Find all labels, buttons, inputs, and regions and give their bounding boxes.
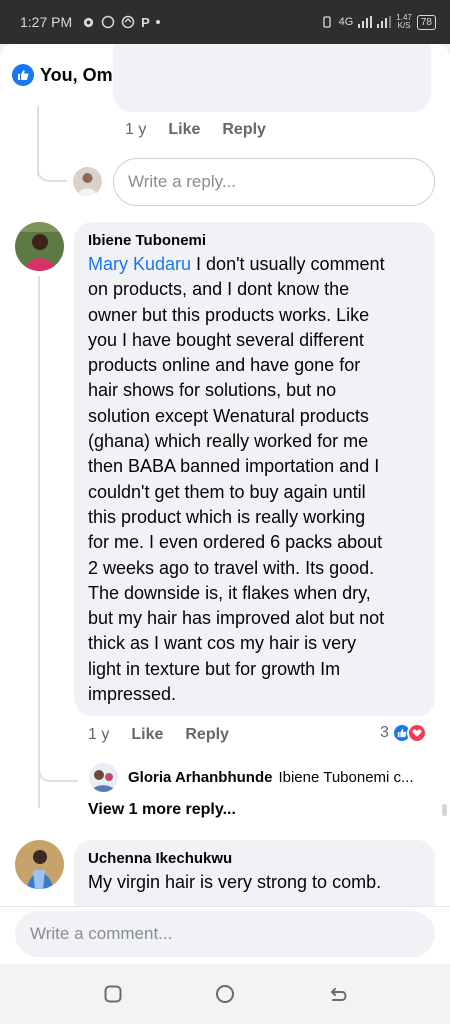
battery-indicator: 78 [416,14,436,30]
thread-line [38,276,40,808]
thread-connector [38,744,78,782]
previous-reply-bubble-tail [113,44,431,112]
status-time: 1:27 PM [20,14,73,30]
reply-author: Gloria Arhanbhunde [128,769,273,786]
reply-input[interactable]: Write a reply... [113,158,435,206]
view-more-replies-link[interactable]: View 1 more reply... [88,801,236,819]
previous-reply-actions: 1 y Like Reply [125,121,266,139]
back-icon[interactable] [328,984,348,1004]
comment-placeholder: Write a comment... [30,924,173,943]
my-avatar [73,167,102,196]
signal-icon [358,16,373,28]
reply-placeholder: Write a reply... [128,172,237,191]
status-bar: 1:27 PM P 4G 1.47 K/S 78 [0,0,450,44]
comments-sheet: You, Omoniyi Ayomide and 4k ot... 1 y Li… [0,44,450,906]
timestamp: 1 y [125,121,147,138]
thread-connector [37,144,67,182]
comment-author[interactable]: Ibiene Tubonemi [88,232,421,249]
reply-button[interactable]: Reply [185,726,229,744]
status-letter: P [141,14,150,30]
signal-icon [377,16,392,28]
vibrate-icon [322,16,331,28]
avatar [89,763,118,792]
reaction-count: 3 [380,724,389,741]
reply-preview-text: Ibiene Tubonemi c... [278,769,414,786]
avatar[interactable] [15,222,64,271]
status-notification-icons: P [82,15,160,30]
recent-apps-icon[interactable] [103,984,123,1004]
comment-text: Mary Kudaru I don't usually comment on p… [88,254,385,705]
data-saver-icon [121,15,135,29]
system-nav-bar [0,964,450,1024]
latest-reply-preview[interactable]: Gloria Arhanbhunde Ibiene Tubonemi c... [89,763,414,792]
comment-composer: Write a comment... [0,906,450,964]
comment-input[interactable]: Write a comment... [15,911,435,957]
comment-bubble[interactable]: Uchenna Ikechukwu My virgin hair is very… [74,840,435,906]
reaction-summary[interactable]: 3 [380,723,427,743]
avatar[interactable] [15,840,64,889]
timestamp: 1 y [88,726,110,743]
whatsapp-icon [101,15,115,29]
network-type: 4G [338,16,354,28]
scrollbar-thumb[interactable] [442,804,447,816]
reply-button[interactable]: Reply [222,121,266,139]
love-reaction-icon [406,723,427,743]
dot-icon [155,20,160,24]
mention-link[interactable]: Mary Kudaru [88,254,191,274]
comment-bubble[interactable]: Ibiene Tubonemi Mary Kudaru I don't usua… [74,222,435,716]
comment-author[interactable]: Uchenna Ikechukwu [88,850,421,867]
gear-icon [83,17,94,27]
like-reaction-icon [12,64,34,86]
comment-actions: 1 y Like Reply [88,726,229,744]
network-speed: 1.47 K/S [396,13,412,30]
like-button[interactable]: Like [131,726,163,744]
like-button[interactable]: Like [168,121,200,139]
status-right: 4G 1.47 K/S 78 [320,14,436,30]
comment-text: My virgin hair is very strong to comb. [88,872,382,892]
home-icon[interactable] [215,984,235,1004]
